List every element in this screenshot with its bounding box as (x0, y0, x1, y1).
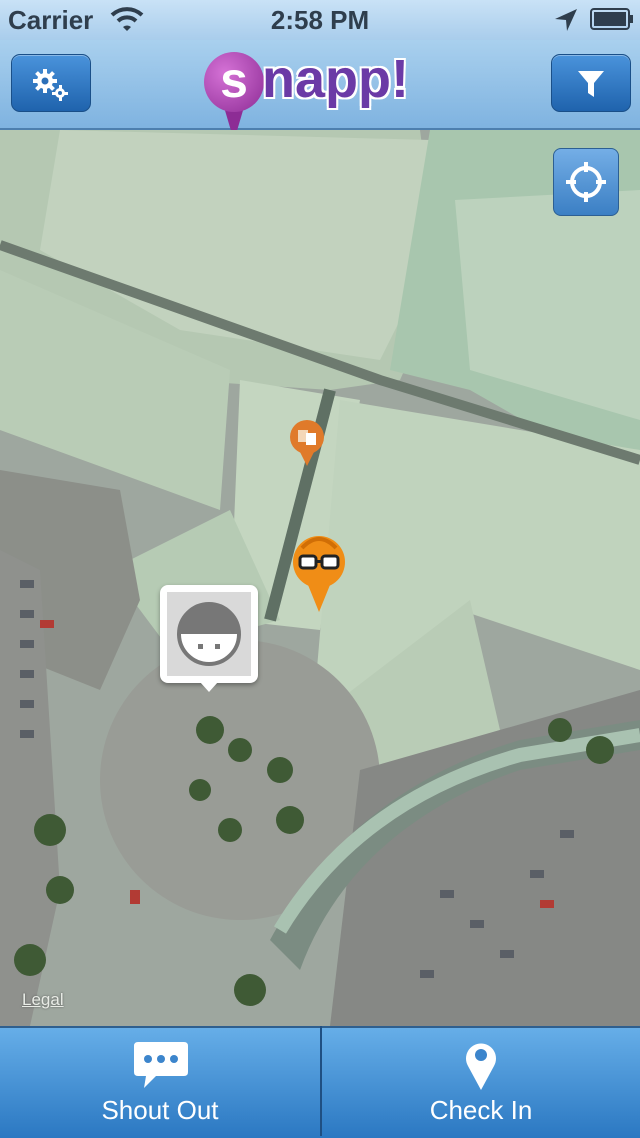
shopping-bag-pin[interactable] (288, 418, 326, 468)
status-bar: Carrier 2:58 PM (0, 0, 640, 40)
locate-button[interactable] (553, 148, 619, 216)
speech-bubble-icon (134, 1042, 188, 1088)
shout-out-tab[interactable]: Shout Out (0, 1028, 320, 1138)
logo-text: napp! (262, 49, 409, 109)
location-arrow-icon (555, 9, 577, 31)
settings-button[interactable] (11, 54, 91, 112)
user-avatar-frame (167, 592, 251, 676)
filter-button[interactable] (551, 54, 631, 112)
user-location-callout[interactable] (160, 585, 258, 692)
check-in-tab[interactable]: Check In (322, 1028, 640, 1138)
map-pin-icon (466, 1043, 496, 1090)
gear-icon (33, 69, 68, 101)
glasses-face-pin[interactable] (290, 534, 348, 614)
shout-out-label: Shout Out (101, 1095, 219, 1125)
user-avatar-icon (177, 602, 241, 666)
callout-tail (200, 682, 218, 692)
check-in-label: Check In (429, 1095, 533, 1125)
logo-letter: s (204, 52, 264, 112)
battery-icon (590, 8, 633, 30)
tab-divider (320, 1026, 322, 1136)
status-time: 2:58 PM (270, 5, 370, 35)
filter-icon (578, 71, 604, 97)
map-view[interactable]: Legal (0, 130, 640, 1026)
crosshair-icon (566, 162, 606, 202)
legal-link[interactable]: Legal (22, 990, 64, 1010)
